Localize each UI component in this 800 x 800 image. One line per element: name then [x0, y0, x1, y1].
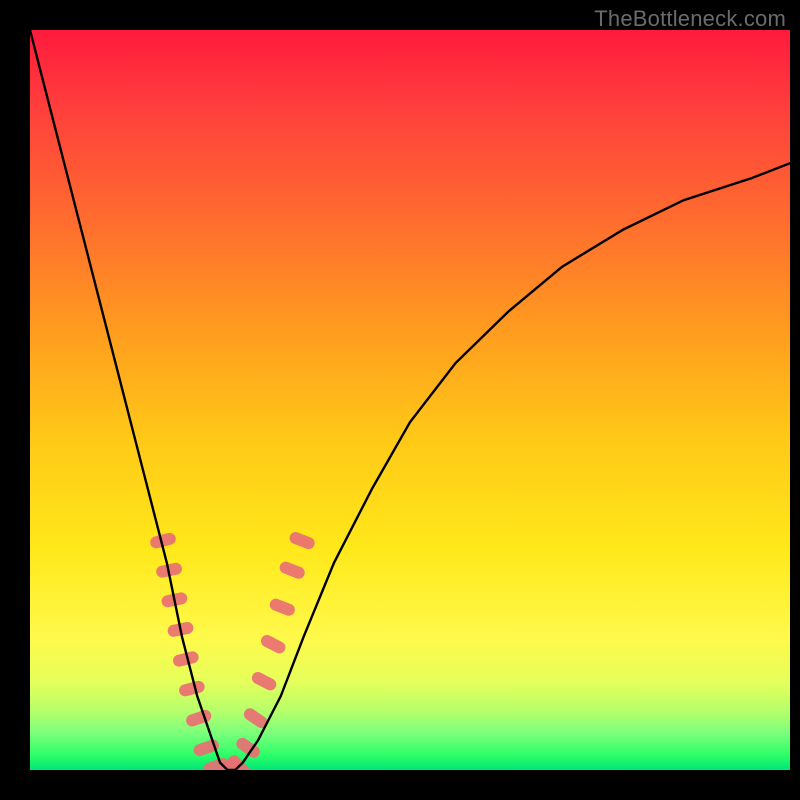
- marker: [278, 560, 307, 581]
- marker: [288, 530, 317, 551]
- curve-layer: [30, 30, 790, 770]
- marker: [250, 670, 279, 693]
- data-markers: [149, 530, 316, 770]
- marker: [184, 708, 212, 728]
- chart-frame: TheBottleneck.com: [0, 0, 800, 800]
- plot-area: [30, 30, 790, 770]
- watermark-text: TheBottleneck.com: [594, 6, 786, 32]
- bottleneck-curve: [30, 30, 790, 770]
- marker: [259, 633, 288, 656]
- marker: [178, 680, 206, 698]
- marker: [268, 597, 297, 618]
